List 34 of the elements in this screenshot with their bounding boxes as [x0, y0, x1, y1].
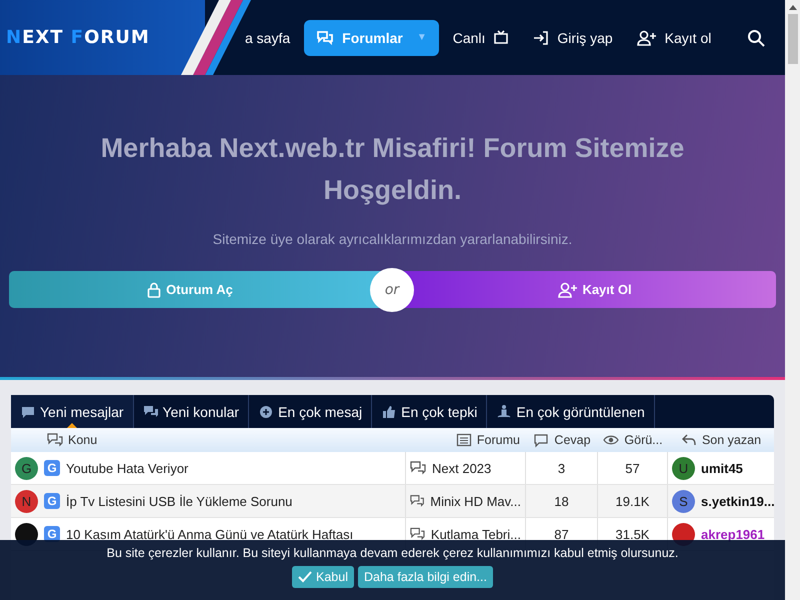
reply-count: 3 — [558, 460, 566, 476]
cookie-notice: Bu site çerezler kullanır. Bu siteyi kullanmaya devam ederek çerez kullanımımızı kabul etmiş olursunuz. — [106, 546, 678, 560]
forum-link[interactable]: Kutlama Tebri... — [430, 526, 521, 542]
thread-title[interactable]: İp Tv Listesini USB İle Yükleme Sorunu — [66, 494, 292, 508]
column-header: Konu — [47, 432, 98, 448]
site-logo[interactable]: N EXT FORUM — [6, 27, 150, 48]
view-count: 57 — [625, 460, 640, 476]
avatar[interactable]: S — [672, 490, 695, 512]
column-header: Forumu — [456, 432, 520, 448]
view-count: 19.1K — [616, 494, 650, 508]
tab[interactable]: Yeni mesajlar — [11, 395, 134, 428]
thread-title[interactable]: 10 Kasım Atatürk'ü Anma Günü ve Atatürk Haftası — [66, 526, 354, 542]
forum-link[interactable]: Minix HD Mav... — [430, 494, 521, 508]
register-button[interactable]: Kayıt Ol — [414, 271, 776, 308]
reply-count: 87 — [554, 526, 569, 542]
column-header: Görü... — [603, 432, 663, 448]
reply-count: 18 — [554, 494, 569, 508]
hero-title: Merhaba Next.web.tr Misafiri! Forum Sitemize Hoşgeldin. — [100, 132, 686, 207]
nav-link[interactable]: Canlı — [442, 20, 520, 56]
view-count: 31.5K — [616, 526, 650, 542]
prefix-icon: G — [44, 493, 60, 509]
author-name[interactable]: akrep1961 — [701, 526, 765, 542]
forum-link[interactable]: Next 2023 — [432, 460, 492, 476]
hero-subtitle: Sitemize üye olarak ayrıcalıklarımızdan yararlanabilirsiniz. — [212, 231, 572, 247]
column-header: Cevap — [533, 432, 591, 448]
avatar[interactable]: G — [15, 456, 38, 480]
column-header: Son yazan — [680, 432, 762, 448]
prefix-icon: G — [44, 460, 60, 476]
author-name[interactable]: umit45 — [701, 460, 743, 476]
nav-link[interactable]: Kayıt ol — [626, 20, 722, 56]
nav-link[interactable]: Giriş yap — [523, 20, 623, 56]
author-name[interactable]: s.yetkin19... — [701, 494, 775, 508]
thread-title[interactable]: Youtube Hata Veriyor — [66, 460, 188, 476]
nav-link[interactable]: a sayfa — [235, 20, 300, 56]
